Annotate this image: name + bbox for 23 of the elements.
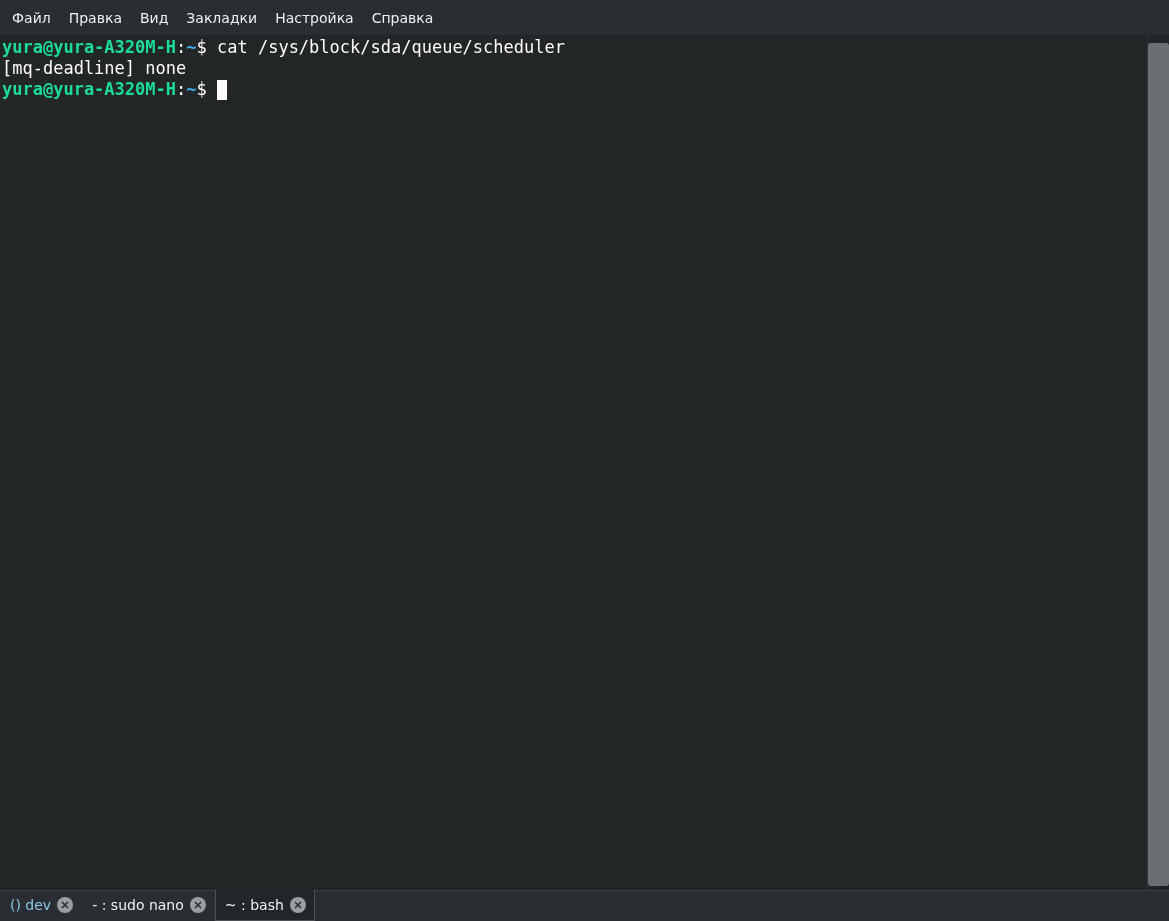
menu-item[interactable]: Правка xyxy=(59,9,131,26)
prompt-user-host: yura@yura-A320M-H xyxy=(2,37,176,58)
menu-item[interactable]: Файл xyxy=(3,9,60,26)
prompt-symbol: $ xyxy=(196,37,207,58)
prompt-separator: : xyxy=(176,37,187,58)
menu-item[interactable]: Настройка xyxy=(266,9,363,26)
close-icon[interactable] xyxy=(57,897,74,913)
prompt-separator: : xyxy=(176,79,187,100)
menu-item[interactable]: Справка xyxy=(362,9,443,26)
prompt-path: ~ xyxy=(186,37,197,58)
prompt-user-host: yura@yura-A320M-H xyxy=(2,79,176,100)
output-text: [mq-deadline] none xyxy=(2,58,187,79)
menu-item[interactable]: Закладки xyxy=(177,9,267,26)
prompt-path: ~ xyxy=(186,79,197,100)
terminal-tab[interactable]: - : sudo nano xyxy=(82,890,215,921)
close-icon[interactable] xyxy=(289,897,306,913)
menu-item[interactable]: Вид xyxy=(130,9,178,26)
prompt-symbol: $ xyxy=(196,79,207,100)
terminal-tab[interactable]: () dev xyxy=(0,890,83,921)
close-icon[interactable] xyxy=(189,897,206,913)
terminal-tab[interactable]: ~ : bash xyxy=(214,890,315,921)
command-text: cat /sys/block/sda/queue/scheduler xyxy=(216,37,565,58)
terminal-area[interactable]: yura@yura-A320M-H:~$ cat /sys/block/sda/queue/scheduler [mq-deadline] none yura@yura-A320M-H:~$ xyxy=(0,35,1147,890)
